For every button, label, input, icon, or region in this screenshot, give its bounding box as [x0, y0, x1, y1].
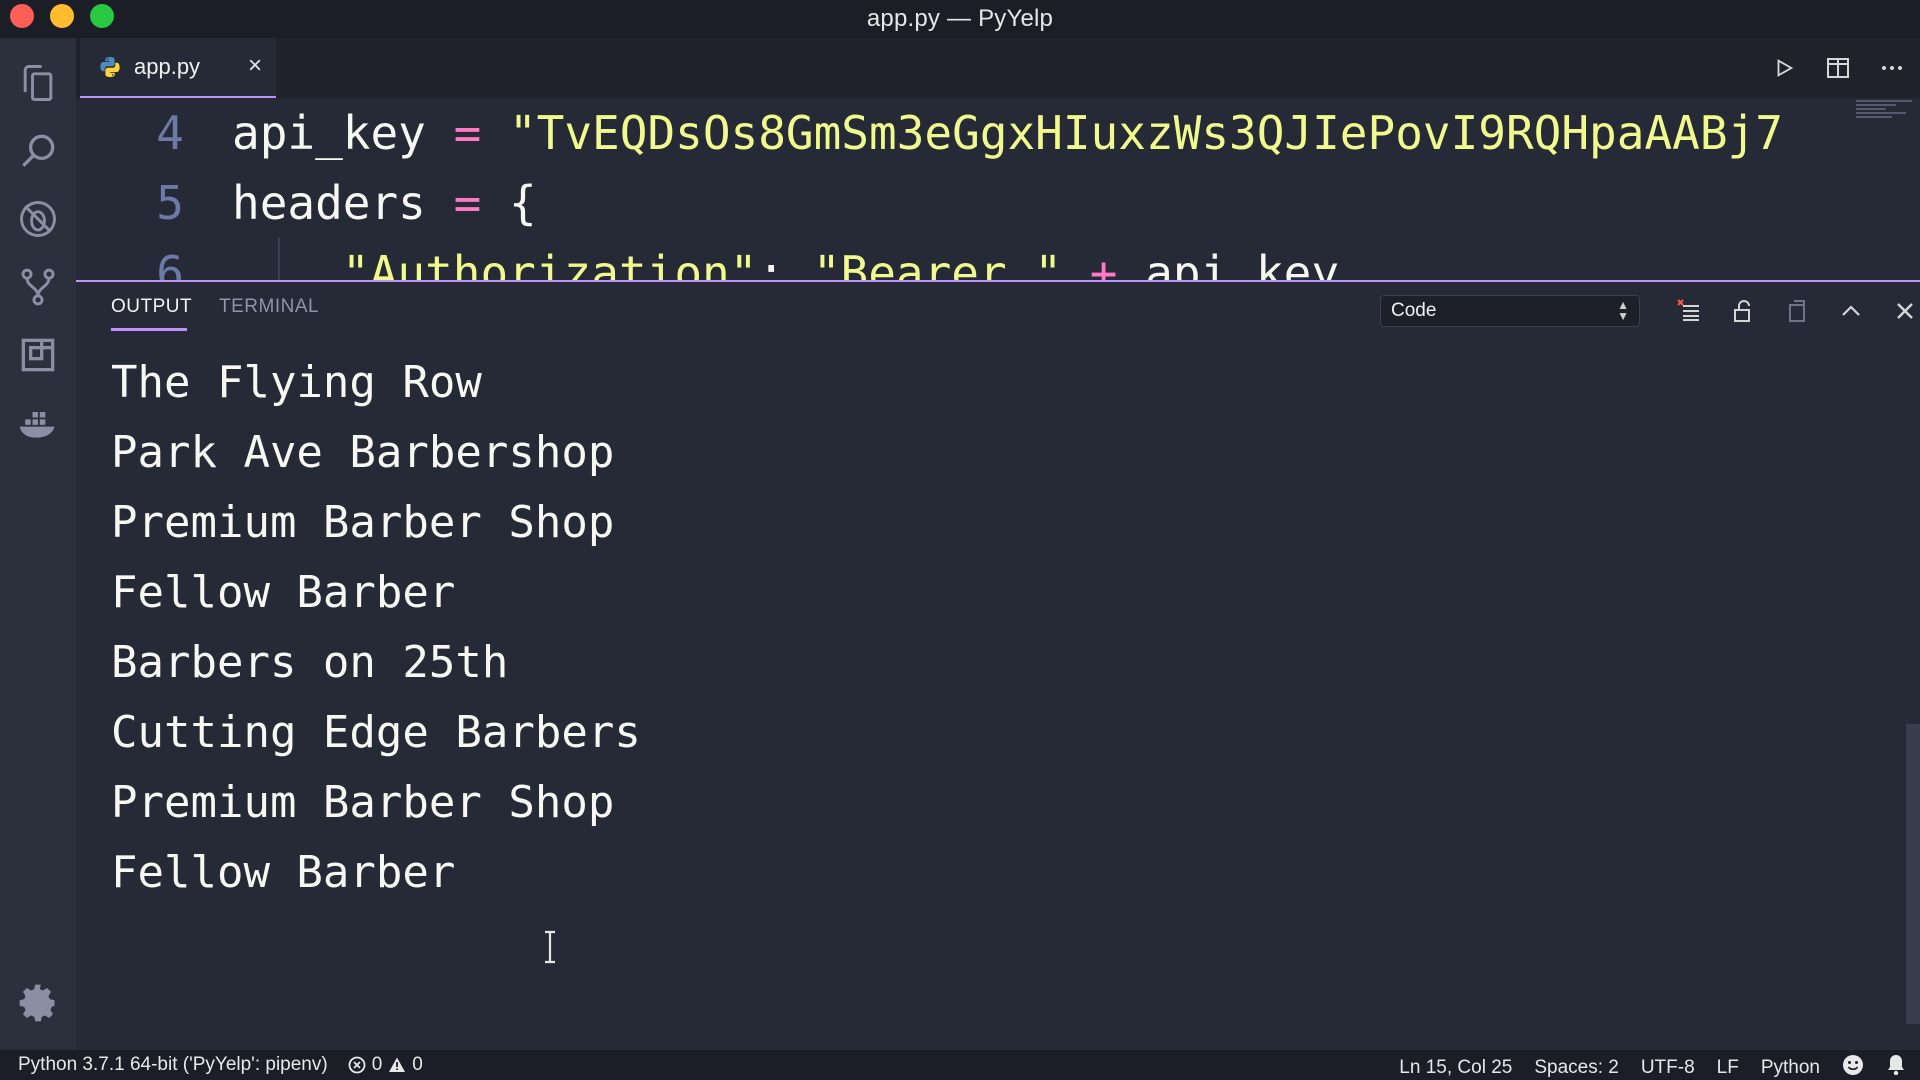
clear-output-icon[interactable]: [1670, 292, 1708, 330]
code-token-variable: api_key: [1145, 246, 1340, 280]
status-bar-right: Ln 15, Col 25 Spaces: 2 UTF-8 LF Python: [1399, 1054, 1906, 1080]
gear-icon[interactable]: [0, 968, 76, 1038]
output-channel-select[interactable]: Code ▲ ▼: [1380, 295, 1640, 327]
output-line: The Flying Row: [111, 357, 482, 408]
indent-guide: [278, 238, 280, 280]
editor-actions: [1766, 38, 1920, 98]
code-line-6: 6 "Authorization" : "Bearer " + api_key: [76, 238, 1339, 280]
maximize-window-button[interactable]: [90, 4, 114, 28]
source-control-icon[interactable]: [0, 252, 76, 322]
panel-header: OUTPUT TERMINAL Code ▲ ▼: [76, 282, 1920, 340]
code-line-5: 5 headers = {: [76, 168, 537, 238]
maximize-panel-icon[interactable]: [1832, 292, 1870, 330]
python-icon: [100, 57, 120, 77]
minimap[interactable]: [1848, 98, 1920, 280]
cursor-position[interactable]: Ln 15, Col 25: [1399, 1057, 1512, 1079]
minimize-window-button[interactable]: [50, 4, 74, 28]
code-token-operator: +: [1062, 246, 1146, 280]
code-token-variable: headers: [232, 176, 426, 230]
extensions-icon[interactable]: [0, 320, 76, 390]
vscode-window: app.py — PyYelp app.py × 4 api_key = "Tv…: [0, 0, 1920, 1080]
select-arrows-icon: ▲ ▼: [1617, 298, 1629, 323]
panel-scrollbar[interactable]: [1906, 724, 1920, 1024]
output-line: Barbers on 25th: [111, 637, 509, 688]
panel-actions: [1670, 292, 1920, 330]
active-tab-indicator: [111, 328, 187, 331]
notifications-bell-icon[interactable]: [1886, 1054, 1906, 1080]
output-line: Fellow Barber: [111, 567, 456, 618]
activity-bar: [0, 38, 76, 1050]
code-token-string: "Authorization": [342, 246, 758, 280]
code-token-variable: api_key: [232, 106, 426, 160]
code-token-brace: {: [508, 176, 537, 230]
output-line: Premium Barber Shop: [111, 497, 615, 548]
window-title: app.py — PyYelp: [866, 5, 1054, 32]
debug-icon[interactable]: [0, 184, 76, 254]
docker-icon[interactable]: [0, 388, 76, 458]
tab-app-py[interactable]: app.py ×: [80, 38, 276, 98]
code-token-operator: =: [425, 106, 509, 160]
code-token-string: "TvEQDsOs8GmSm3eGgxHIuxzWs3QJIePovI9RQHp…: [508, 106, 1783, 160]
lock-scroll-icon[interactable]: [1724, 292, 1762, 330]
tab-label: app.py: [134, 54, 201, 79]
output-channel-value: Code: [1391, 300, 1437, 321]
files-icon[interactable]: [0, 48, 76, 118]
tab-terminal[interactable]: TERMINAL: [219, 296, 319, 318]
line-number: 6: [156, 246, 184, 280]
output-line: Fellow Barber: [111, 847, 456, 898]
editor-tab-bar: app.py ×: [76, 38, 1920, 98]
open-log-file-icon[interactable]: [1778, 292, 1816, 330]
code-token-string: "Bearer ": [812, 246, 1063, 280]
title-bar: app.py — PyYelp: [0, 0, 1920, 38]
end-of-line[interactable]: LF: [1717, 1057, 1739, 1079]
output-panel: OUTPUT TERMINAL Code ▲ ▼ The Flying Row …: [76, 282, 1920, 1050]
output-line: Park Ave Barbershop: [111, 427, 615, 478]
python-interpreter[interactable]: Python 3.7.1 64-bit ('PyYelp': pipenv): [18, 1054, 328, 1076]
window-controls: [10, 4, 114, 28]
error-count: 0: [371, 1054, 383, 1075]
line-number: 4: [156, 106, 184, 160]
language-mode[interactable]: Python: [1761, 1057, 1820, 1079]
search-icon[interactable]: [0, 116, 76, 186]
status-bar-left: Python 3.7.1 64-bit ('PyYelp': pipenv) 0…: [18, 1054, 423, 1076]
text-cursor-icon: [545, 930, 555, 964]
code-line-4: 4 api_key = "TvEQDsOs8GmSm3eGgxHIuxzWs3Q…: [76, 98, 1783, 168]
line-number: 5: [156, 176, 184, 230]
indentation[interactable]: Spaces: 2: [1534, 1057, 1619, 1079]
code-token-operator: =: [425, 176, 509, 230]
output-text[interactable]: The Flying Row Park Ave Barbershop Premi…: [111, 348, 1811, 964]
tab-output[interactable]: OUTPUT: [111, 296, 192, 318]
error-icon: [348, 1056, 366, 1074]
close-panel-icon[interactable]: [1886, 292, 1920, 330]
status-bar: Python 3.7.1 64-bit ('PyYelp': pipenv) 0…: [0, 1050, 1920, 1080]
warning-count: 0: [412, 1054, 423, 1075]
close-window-button[interactable]: [10, 4, 34, 28]
run-icon[interactable]: [1766, 50, 1802, 86]
output-line: Cutting Edge Barbers: [111, 707, 641, 758]
more-icon[interactable]: [1874, 50, 1910, 86]
output-line: Premium Barber Shop: [111, 777, 615, 828]
code-token-colon: :: [757, 246, 813, 280]
problems-indicator[interactable]: 0 0: [348, 1054, 423, 1076]
encoding[interactable]: UTF-8: [1641, 1057, 1695, 1079]
split-editor-icon[interactable]: [1820, 50, 1856, 86]
close-tab-button[interactable]: ×: [248, 54, 262, 78]
code-editor[interactable]: 4 api_key = "TvEQDsOs8GmSm3eGgxHIuxzWs3Q…: [76, 98, 1848, 280]
warning-icon: [389, 1057, 406, 1072]
feedback-smiley-icon[interactable]: [1842, 1054, 1864, 1080]
